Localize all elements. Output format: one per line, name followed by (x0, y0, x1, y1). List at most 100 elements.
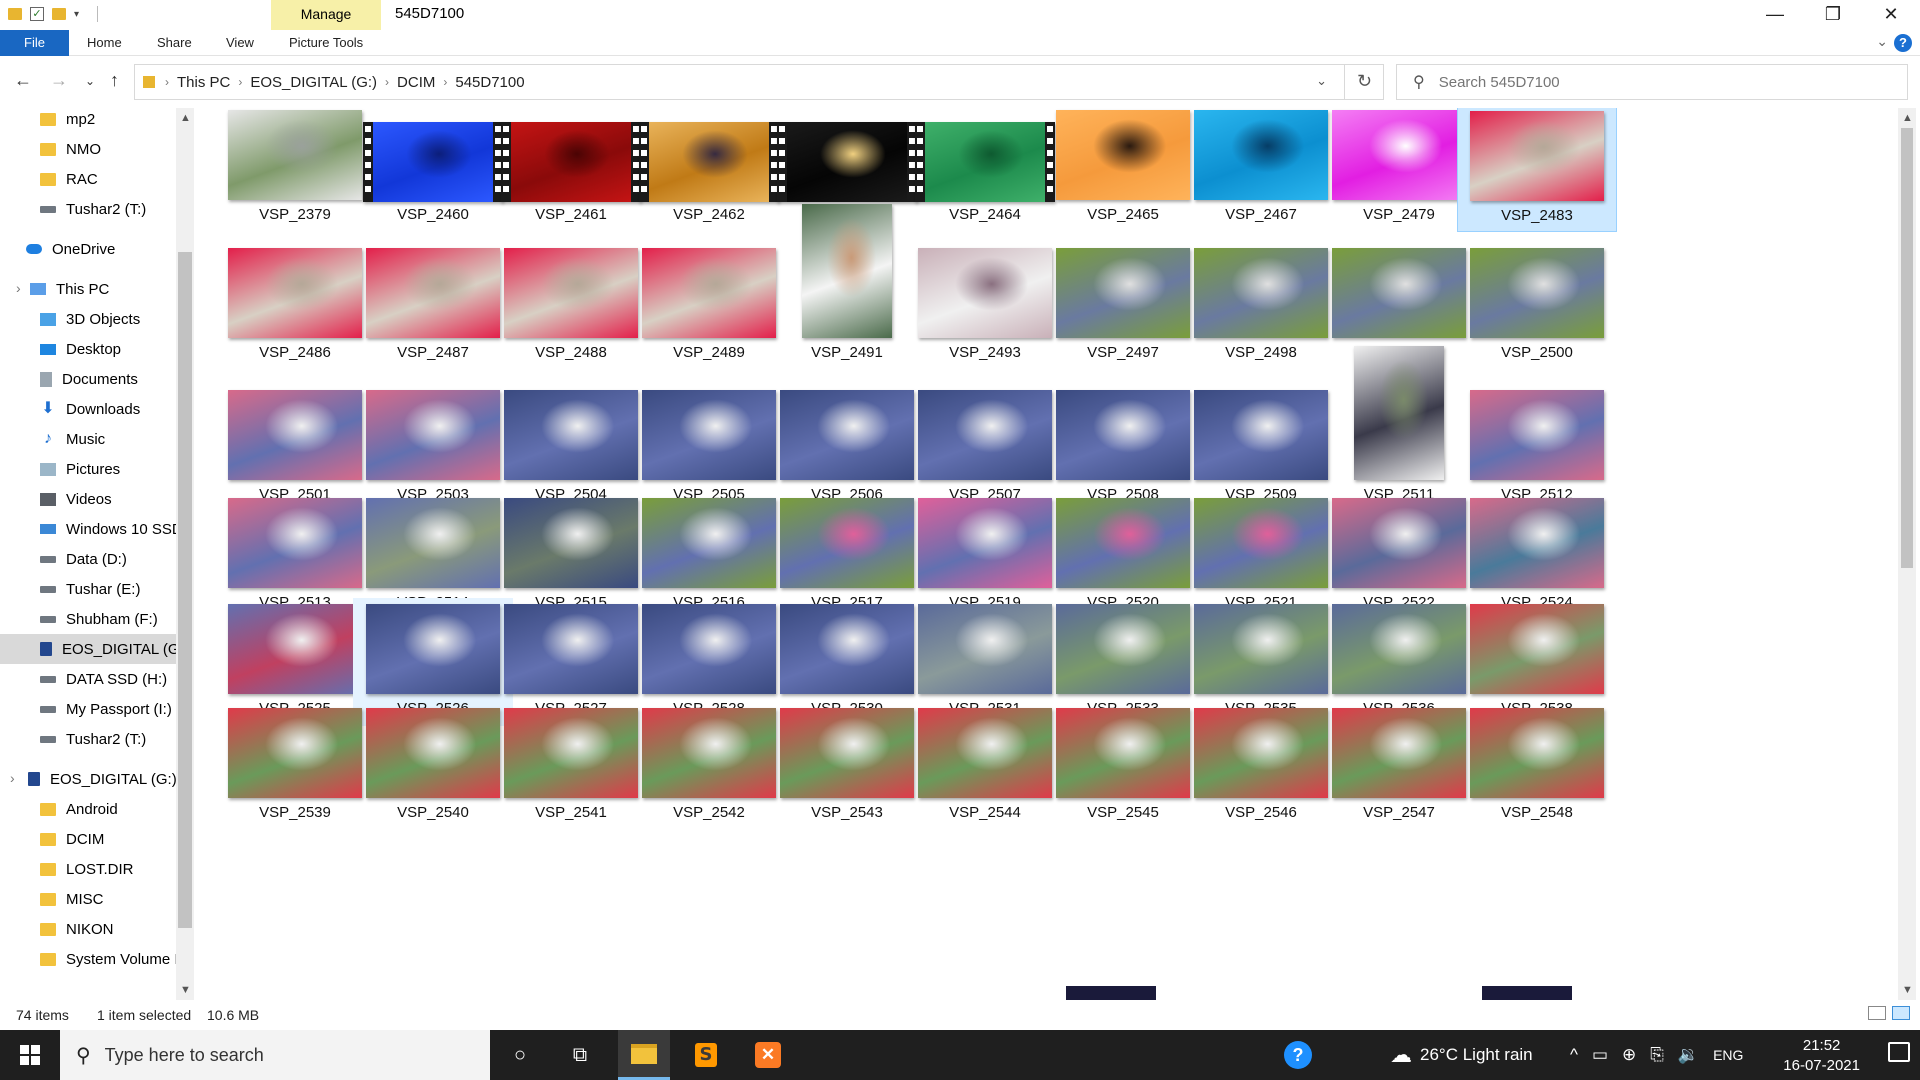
photo-thumbnail[interactable] (1066, 986, 1156, 1000)
content-scrollbar-thumb[interactable] (1901, 128, 1913, 568)
photo-thumbnail[interactable]: VSP_2498 (1181, 242, 1341, 370)
video-thumbnail[interactable]: VSP_2460 (353, 108, 513, 232)
file-explorer-icon[interactable] (618, 1030, 670, 1080)
clock[interactable]: 21:52 16-07-2021 (1783, 1036, 1860, 1076)
photo-thumbnail[interactable]: VSP_2379 (215, 108, 375, 232)
tab-home[interactable]: Home (87, 30, 122, 56)
weather-widget[interactable]: ☁ 26°C Light rain (1390, 1030, 1533, 1080)
help-button[interactable]: ? (1894, 34, 1912, 52)
nav-item[interactable]: LOST.DIR (0, 854, 176, 884)
nav-item[interactable]: ♪ Music (0, 424, 176, 454)
photo-thumbnail[interactable] (1482, 986, 1572, 1000)
notifications-icon[interactable] (1888, 1042, 1910, 1062)
task-view-icon[interactable]: ⧉ (554, 1030, 606, 1080)
nav-item[interactable]: System Volume I (0, 944, 176, 974)
photo-thumbnail[interactable]: VSP_2488 (491, 242, 651, 370)
video-thumbnail[interactable]: VSP_2461 (491, 108, 651, 232)
nav-item[interactable]: Windows 10 SSD (0, 514, 176, 544)
search-input[interactable] (1438, 73, 1879, 91)
maximize-button[interactable]: ❐ (1804, 0, 1862, 30)
nav-item[interactable]: Android (0, 794, 176, 824)
cortana-icon[interactable]: ○ (494, 1030, 546, 1080)
nav-item[interactable]: This PC (0, 274, 176, 304)
recent-locations-icon[interactable]: ⌄ (85, 74, 95, 88)
photo-thumbnail[interactable]: VSP_2543 (767, 702, 927, 830)
breadcrumb-this-pc[interactable]: This PC (177, 74, 230, 91)
breadcrumb-545d7100[interactable]: 545D7100 (455, 74, 524, 91)
photo-thumbnail[interactable]: VSP_2497 (1043, 242, 1203, 370)
chevron-right-icon[interactable]: › (10, 770, 15, 786)
start-button[interactable] (0, 1030, 60, 1080)
chevron-down-icon[interactable]: ⌄ (1316, 73, 1327, 89)
nav-item[interactable]: DCIM (0, 824, 176, 854)
breadcrumb-dcim[interactable]: DCIM (397, 74, 435, 91)
photo-thumbnail[interactable]: VSP_2489 (629, 242, 789, 370)
nav-item[interactable]: Tushar2 (T:) (0, 194, 176, 224)
nav-item[interactable]: Documents (0, 364, 176, 394)
photo-thumbnail[interactable]: VSP_2493 (905, 242, 1065, 370)
up-arrow-icon[interactable]: ↑ (110, 70, 119, 91)
properties-icon[interactable]: ✓ (30, 7, 44, 21)
photo-thumbnail[interactable]: VSP_2483 (1457, 108, 1617, 232)
back-arrow-icon[interactable]: ← (14, 70, 32, 91)
close-button[interactable]: ✕ (1862, 0, 1920, 30)
show-hidden-icons-icon[interactable]: ^ (1570, 1045, 1578, 1065)
photo-thumbnail[interactable]: VSP_2547 (1319, 702, 1479, 830)
sublime-text-icon[interactable]: S (680, 1030, 732, 1080)
tab-file[interactable]: File (0, 30, 69, 56)
nav-item[interactable]: My Passport (I:) (0, 694, 176, 724)
photo-thumbnail[interactable]: VSP_2479 (1319, 108, 1479, 232)
photo-thumbnail[interactable]: VSP_2548 (1457, 702, 1617, 830)
refresh-icon[interactable]: ↻ (1344, 64, 1384, 100)
photo-thumbnail[interactable]: VSP_2487 (353, 242, 513, 370)
tab-picture-tools[interactable]: Picture Tools (289, 30, 363, 56)
nav-item[interactable]: Data (D:) (0, 544, 176, 574)
photo-thumbnail[interactable]: VSP_2500 (1457, 242, 1617, 370)
nav-item[interactable]: ⬇ Downloads (0, 394, 176, 424)
photo-thumbnail[interactable]: VSP_2542 (629, 702, 789, 830)
nav-scrollbar[interactable]: ▲ ▼ (176, 108, 194, 1000)
language-indicator[interactable]: ENG (1713, 1047, 1743, 1063)
video-thumbnail[interactable]: VSP_2462 (629, 108, 789, 232)
nav-item[interactable]: mp2 (0, 108, 176, 134)
tab-share[interactable]: Share (157, 30, 192, 56)
nav-item[interactable]: EOS_DIGITAL (G: (0, 634, 176, 664)
nav-item[interactable]: Desktop (0, 334, 176, 364)
photo-thumbnail[interactable]: VSP_2491 (767, 204, 927, 370)
scroll-down-icon[interactable]: ▼ (180, 984, 191, 996)
network-icon[interactable]: ⊕ (1622, 1045, 1636, 1065)
scroll-down-icon[interactable]: ▼ (1902, 984, 1913, 996)
photo-thumbnail[interactable]: VSP_2541 (491, 702, 651, 830)
photo-thumbnail[interactable]: VSP_2467 (1181, 108, 1341, 232)
chevron-right-icon[interactable]: › (16, 280, 21, 296)
nav-item[interactable]: Videos (0, 484, 176, 514)
expand-ribbon-icon[interactable]: ⌄ (1876, 33, 1888, 50)
nav-item[interactable]: DATA SSD (H:) (0, 664, 176, 694)
large-icons-view-icon[interactable] (1892, 1006, 1910, 1020)
photo-thumbnail[interactable]: VSP_2465 (1043, 108, 1203, 232)
breadcrumb-eos-digital[interactable]: EOS_DIGITAL (G:) (250, 74, 377, 91)
photo-thumbnail[interactable]: VSP_2545 (1043, 702, 1203, 830)
scroll-up-icon[interactable]: ▲ (180, 112, 191, 124)
nav-item[interactable]: 3D Objects (0, 304, 176, 334)
minimize-button[interactable]: — (1746, 0, 1804, 30)
photo-thumbnail[interactable]: VSP_2544 (905, 702, 1065, 830)
content-scrollbar[interactable]: ▲ ▼ (1898, 108, 1916, 1000)
xampp-icon[interactable]: ✕ (742, 1030, 794, 1080)
nav-item[interactable]: EOS_DIGITAL (G:) (0, 764, 176, 794)
search-box[interactable]: ⚲ (1396, 64, 1908, 100)
nav-item[interactable]: OneDrive (0, 234, 176, 264)
nav-item[interactable]: Pictures (0, 454, 176, 484)
manage-tab[interactable]: Manage (271, 0, 381, 30)
forward-arrow-icon[interactable]: → (50, 70, 68, 91)
nav-item[interactable]: NMO (0, 134, 176, 164)
photo-thumbnail[interactable]: VSP_2540 (353, 702, 513, 830)
photo-thumbnail[interactable]: VSP_2486 (215, 242, 375, 370)
address-bar[interactable]: › This PC › EOS_DIGITAL (G:) › DCIM › 54… (134, 64, 1384, 100)
nav-scrollbar-thumb[interactable] (178, 252, 192, 928)
new-folder-icon[interactable] (52, 8, 66, 20)
video-thumbnail[interactable]: VSP_2464 (905, 108, 1065, 232)
taskbar-search[interactable]: ⚲ Type here to search (60, 1030, 490, 1080)
usb-device-icon[interactable]: ⎘ (1650, 1045, 1664, 1065)
photo-thumbnail[interactable]: VSP_2539 (215, 702, 375, 830)
